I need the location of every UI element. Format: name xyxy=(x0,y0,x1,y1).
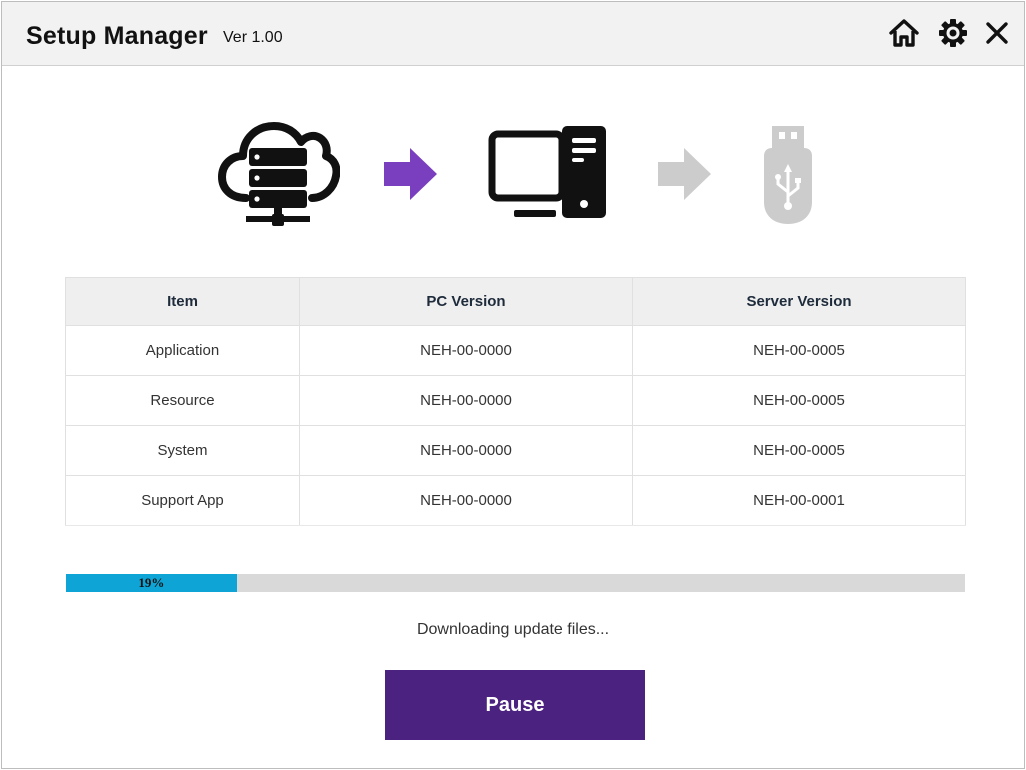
item-cell: Resource xyxy=(65,375,300,426)
server-version-cell: NEH-00-0001 xyxy=(632,475,966,526)
main-content: Item PC Version Server Version Applicati… xyxy=(2,66,1024,770)
server-version-cell: NEH-00-0005 xyxy=(632,375,966,426)
item-cell: Application xyxy=(65,325,300,376)
version-table: Item PC Version Server Version Applicati… xyxy=(65,277,966,526)
pc-version-cell: NEH-00-0000 xyxy=(299,425,633,476)
cloud-server-icon xyxy=(216,112,341,235)
item-cell: System xyxy=(65,425,300,476)
server-version-cell: NEH-00-0005 xyxy=(632,425,966,476)
pc-version-cell: NEH-00-0000 xyxy=(299,475,633,526)
table-header-row: Item PC Version Server Version xyxy=(65,277,966,326)
column-header-server-version: Server Version xyxy=(632,277,966,326)
column-header-pc-version: PC Version xyxy=(299,277,633,326)
progress-label: 19% xyxy=(138,575,165,590)
column-header-item: Item xyxy=(65,277,300,326)
desktop-computer-icon xyxy=(488,126,608,227)
table-row: Resource NEH-00-0000 NEH-00-0005 xyxy=(65,375,966,426)
item-cell: Support App xyxy=(65,475,300,526)
usb-drive-icon xyxy=(762,122,814,231)
close-icon[interactable] xyxy=(980,16,1014,50)
app-version: Ver 1.00 xyxy=(223,29,283,46)
arrow-right-inactive-icon xyxy=(658,146,712,207)
table-row: Application NEH-00-0000 NEH-00-0005 xyxy=(65,325,966,376)
app-title: Setup Manager xyxy=(26,22,208,50)
progress-bar: 19% xyxy=(66,574,965,592)
home-icon[interactable] xyxy=(887,16,921,50)
setup-manager-window: Setup Manager Ver 1.00 Item PC Version S… xyxy=(1,1,1025,769)
title-bar: Setup Manager Ver 1.00 xyxy=(2,2,1024,66)
pc-version-cell: NEH-00-0000 xyxy=(299,325,633,376)
server-version-cell: NEH-00-0005 xyxy=(632,325,966,376)
arrow-right-icon xyxy=(384,146,438,207)
pc-version-cell: NEH-00-0000 xyxy=(299,375,633,426)
gear-icon[interactable] xyxy=(936,16,970,50)
table-row: Support App NEH-00-0000 NEH-00-0001 xyxy=(65,475,966,526)
table-row: System NEH-00-0000 NEH-00-0005 xyxy=(65,425,966,476)
status-message: Downloading update files... xyxy=(416,621,610,638)
pause-button[interactable]: Pause xyxy=(385,670,645,740)
